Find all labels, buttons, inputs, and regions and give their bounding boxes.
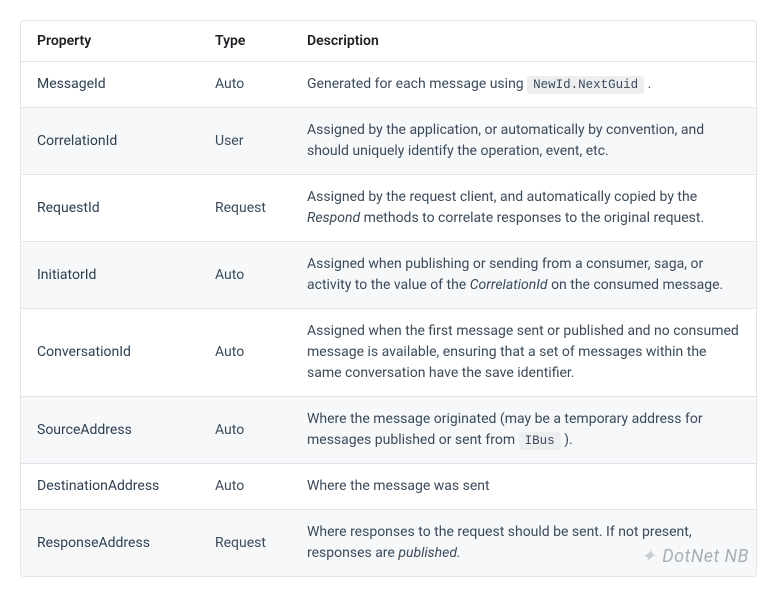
table-row: MessageIdAutoGenerated for each message … (21, 62, 756, 108)
cell-type: Request (199, 510, 291, 577)
table-body: MessageIdAutoGenerated for each message … (21, 62, 756, 577)
table-row: ResponseAddressRequest Where responses to… (21, 510, 756, 577)
desc-code: IBus (519, 432, 561, 450)
table-row: CorrelationIdUser Assigned by the applica… (21, 108, 756, 175)
desc-text: methods to correlate responses to the or… (360, 210, 704, 226)
cell-description: Assigned when the first message sent or … (291, 309, 756, 397)
cell-description: Where responses to the request should be… (291, 510, 756, 577)
desc-text: ). (561, 432, 573, 448)
desc-text: Where the message originated (may be a t… (307, 411, 703, 448)
cell-property: CorrelationId (21, 108, 199, 175)
cell-type: User (199, 108, 291, 175)
cell-property: SourceAddress (21, 397, 199, 464)
cell-description: Assigned by the request client, and auto… (291, 175, 756, 242)
table-row: DestinationAddressAuto Where the message … (21, 464, 756, 510)
desc-emphasis: Respond (307, 210, 360, 226)
cell-property: MessageId (21, 62, 199, 108)
desc-emphasis: CorrelationId (470, 277, 548, 293)
desc-text: Where the message was sent (307, 478, 490, 494)
desc-text: on the consumed message. (548, 277, 724, 293)
header-description: Description (291, 21, 756, 62)
desc-emphasis: published. (398, 545, 460, 561)
desc-code: NewId.NextGuid (527, 76, 644, 94)
cell-type: Auto (199, 62, 291, 108)
table-row: ConversationIdAuto Assigned when the firs… (21, 309, 756, 397)
cell-type: Auto (199, 464, 291, 510)
cell-description: Assigned when publishing or sending from… (291, 242, 756, 309)
cell-type: Auto (199, 309, 291, 397)
desc-text: Generated for each message using (307, 76, 527, 92)
table-row: InitiatorIdAutoAssigned when publishing … (21, 242, 756, 309)
cell-type: Auto (199, 242, 291, 309)
table-header-row: Property Type Description (21, 21, 756, 62)
header-property: Property (21, 21, 199, 62)
cell-description: Assigned by the application, or automati… (291, 108, 756, 175)
property-table: Property Type Description MessageIdAutoG… (21, 21, 756, 576)
table-row: SourceAddressAuto Where the message origi… (21, 397, 756, 464)
cell-description: Where the message was sent (291, 464, 756, 510)
desc-text: Where responses to the request should be… (307, 524, 692, 561)
property-table-container: Property Type Description MessageIdAutoG… (20, 20, 757, 577)
cell-property: ConversationId (21, 309, 199, 397)
cell-property: DestinationAddress (21, 464, 199, 510)
cell-property: ResponseAddress (21, 510, 199, 577)
desc-text: . (644, 76, 651, 92)
desc-text: Assigned when the first message sent or … (307, 323, 739, 381)
cell-property: RequestId (21, 175, 199, 242)
cell-type: Request (199, 175, 291, 242)
cell-type: Auto (199, 397, 291, 464)
header-type: Type (199, 21, 291, 62)
cell-property: InitiatorId (21, 242, 199, 309)
desc-text: Assigned by the request client, and auto… (307, 189, 697, 205)
cell-description: Where the message originated (may be a t… (291, 397, 756, 464)
cell-description: Generated for each message using NewId.N… (291, 62, 756, 108)
desc-text: Assigned by the application, or automati… (307, 122, 704, 159)
table-row: RequestIdRequest Assigned by the request … (21, 175, 756, 242)
